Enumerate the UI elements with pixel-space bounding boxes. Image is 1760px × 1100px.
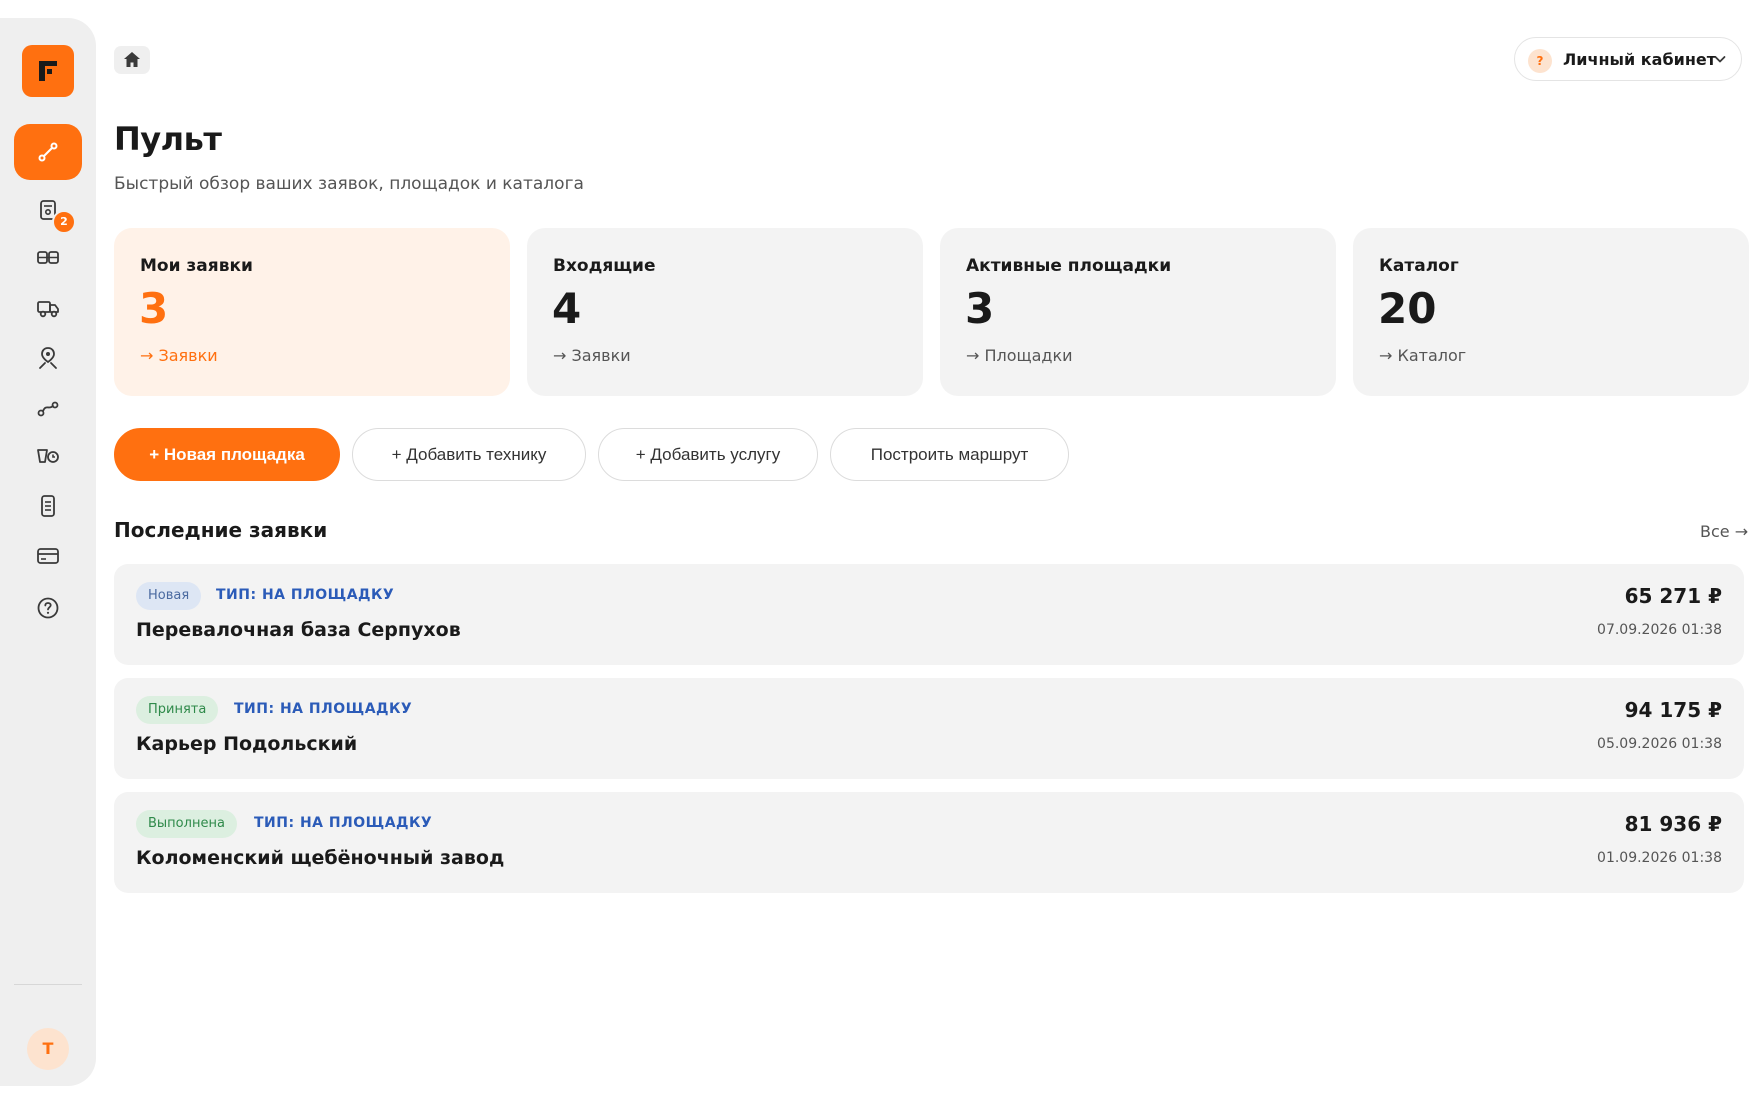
order-row[interactable]: Принята ТИП: НА ПЛОЩАДКУ Карьер Подольск… [114,678,1744,779]
sidebar-item-schedule[interactable] [34,442,62,470]
schedule-icon [37,449,59,463]
stat-card-catalog[interactable]: Каталог 20 → Каталог [1353,228,1749,396]
status-badge: Принята [136,696,219,724]
stat-value: 4 [552,284,582,333]
account-menu-button[interactable]: ? Личный кабинет [1514,37,1742,81]
platforms-icon [37,251,59,264]
stat-label: Входящие [553,256,656,276]
help-icon [37,597,59,619]
stat-link[interactable]: → Заявки [553,346,631,365]
stat-value: 3 [965,284,995,333]
order-type: ТИП: НА ПЛОЩАДКУ [254,815,433,831]
logo-mark-icon [39,61,57,81]
order-date: 07.09.2026 01:38 [1597,622,1722,638]
stat-value: 20 [1378,284,1437,333]
chevron-down-icon [1714,56,1726,63]
order-row[interactable]: Выполнена ТИП: НА ПЛОЩАДКУ Коломенский щ… [114,792,1744,893]
user-avatar[interactable]: Т [27,1028,69,1070]
stat-label: Мои заявки [140,256,253,276]
stat-link[interactable]: → Площадки [966,346,1073,365]
sidebar-item-help[interactable] [34,594,62,622]
page-subtitle: Быстрый обзор ваших заявок, площадок и к… [114,174,584,194]
account-help-icon: ? [1528,49,1552,73]
order-date: 01.09.2026 01:38 [1597,850,1722,866]
order-price: 81 936 ₽ [1624,812,1722,836]
order-row[interactable]: Новая ТИП: НА ПЛОЩАДКУ Перевалочная база… [114,564,1744,665]
sidebar: 2 Т [0,18,96,1086]
sidebar-divider [14,984,82,985]
sidebar-item-payments[interactable] [34,542,62,570]
stat-card-my-orders[interactable]: Мои заявки 3 → Заявки [114,228,510,396]
order-date: 05.09.2026 01:38 [1597,736,1722,752]
add-service-button[interactable]: + Добавить услугу [598,428,818,481]
home-icon [124,52,140,67]
sidebar-item-platforms[interactable] [34,244,62,272]
order-type: ТИП: НА ПЛОЩАДКУ [234,701,413,717]
stat-label: Каталог [1379,256,1459,276]
orders-badge: 2 [52,210,76,234]
status-badge: Выполнена [136,810,237,838]
stat-card-incoming[interactable]: Входящие 4 → Заявки [527,228,923,396]
order-price: 65 271 ₽ [1624,584,1722,608]
sidebar-item-paths[interactable] [34,394,62,422]
payment-card-icon [37,548,59,564]
sidebar-item-locations[interactable] [34,344,62,372]
home-button[interactable] [114,46,150,74]
sidebar-item-routes[interactable] [14,124,82,180]
new-platform-button[interactable]: + Новая площадка [114,428,340,481]
sidebar-item-documents[interactable] [34,492,62,520]
truck-icon [37,301,59,318]
status-badge: Новая [136,582,202,610]
stat-value: 3 [139,284,169,333]
path-icon [37,401,59,417]
order-name: Перевалочная база Серпухов [136,619,461,641]
page-title: Пульт [114,120,222,158]
stat-link[interactable]: → Каталог [1379,346,1466,365]
build-route-button[interactable]: Построить маршрут [830,428,1069,481]
order-name: Карьер Подольский [136,733,358,755]
stat-link[interactable]: → Заявки [140,346,218,365]
order-name: Коломенский щебёночный завод [136,847,505,869]
all-orders-link[interactable]: Все → [1700,522,1748,541]
account-label: Личный кабинет [1563,50,1717,69]
stat-label: Активные площадки [966,256,1172,276]
add-equipment-button[interactable]: + Добавить технику [352,428,586,481]
location-icon [39,347,57,369]
recent-orders-title: Последние заявки [114,518,328,542]
document-icon [41,495,55,517]
order-type: ТИП: НА ПЛОЩАДКУ [216,587,395,603]
stat-card-active-platforms[interactable]: Активные площадки 3 → Площадки [940,228,1336,396]
brand-logo[interactable] [22,45,74,97]
order-price: 94 175 ₽ [1624,698,1722,722]
route-icon [38,142,58,162]
sidebar-item-equipment[interactable] [34,294,62,322]
